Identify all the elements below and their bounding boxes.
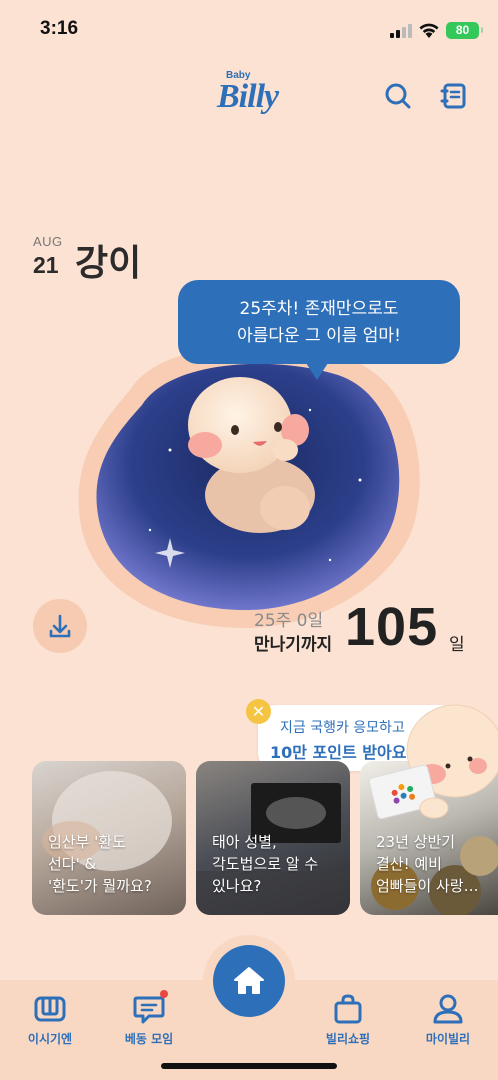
home-button[interactable]: [213, 945, 285, 1017]
bubble-line-2: 아름다운 그 이름 엄마!: [237, 326, 401, 346]
promo-character: [368, 704, 498, 820]
date-day: 21: [33, 252, 59, 278]
article-card[interactable]: 태아 성별, 각도법으로 알 수 있나요?: [196, 761, 350, 915]
days-unit: 일: [449, 635, 465, 655]
app-logo: Billy: [217, 78, 279, 115]
nav-label: 마이빌리: [425, 1032, 471, 1046]
days-remaining: 105: [345, 597, 439, 657]
article-card[interactable]: 임산부 '환도 선다' & '환도'가 뭘까요?: [32, 761, 186, 915]
card-title: 태아 성별, 각도법으로 알 수 있나요?: [212, 833, 319, 895]
shopping-bag-icon: [334, 994, 362, 1024]
download-icon: [49, 614, 71, 638]
signal-icon: [390, 24, 414, 38]
nav-item-this-period[interactable]: 이시기엔: [10, 994, 90, 1047]
baby-illustration: [78, 345, 420, 629]
home-icon: [234, 967, 264, 994]
speech-bubble: 25주차! 존재만으로도 아름다운 그 이름 엄마!: [178, 280, 460, 380]
nav-label: 베동 모임: [124, 1032, 174, 1046]
close-icon: ✕: [251, 702, 266, 721]
wifi-icon: [419, 23, 439, 38]
notification-dot: [160, 990, 168, 998]
nav-label: 이시기엔: [27, 1032, 73, 1046]
diary-icon[interactable]: [438, 80, 470, 112]
bubble-line-1: 25주차! 존재만으로도: [239, 299, 399, 319]
home-indicator: [161, 1063, 337, 1069]
status-bar: 3:16 80: [0, 0, 498, 62]
person-icon: [433, 994, 463, 1024]
nav-item-shopping[interactable]: 빌리쇼핑: [308, 994, 388, 1047]
nav-label: 빌리쇼핑: [325, 1032, 371, 1046]
date-month: AUG: [33, 234, 63, 249]
nav-item-my-billy[interactable]: 마이빌리: [408, 994, 488, 1047]
until-label: 만나기까지: [254, 635, 333, 655]
battery-icon: 80: [446, 22, 483, 39]
search-icon[interactable]: [382, 80, 414, 112]
baby-name: 강이: [75, 243, 142, 284]
chat-icon: [133, 996, 165, 1024]
status-time: 3:16: [40, 18, 79, 39]
nav-item-community[interactable]: 베동 모임: [109, 994, 189, 1047]
pregnancy-week: 25주 0일: [254, 611, 324, 631]
book-icon: [34, 996, 66, 1022]
promo-close-button[interactable]: ✕: [246, 699, 271, 724]
card-title: 임산부 '환도 선다' & '환도'가 뭘까요?: [48, 833, 152, 895]
download-button[interactable]: [33, 599, 87, 653]
